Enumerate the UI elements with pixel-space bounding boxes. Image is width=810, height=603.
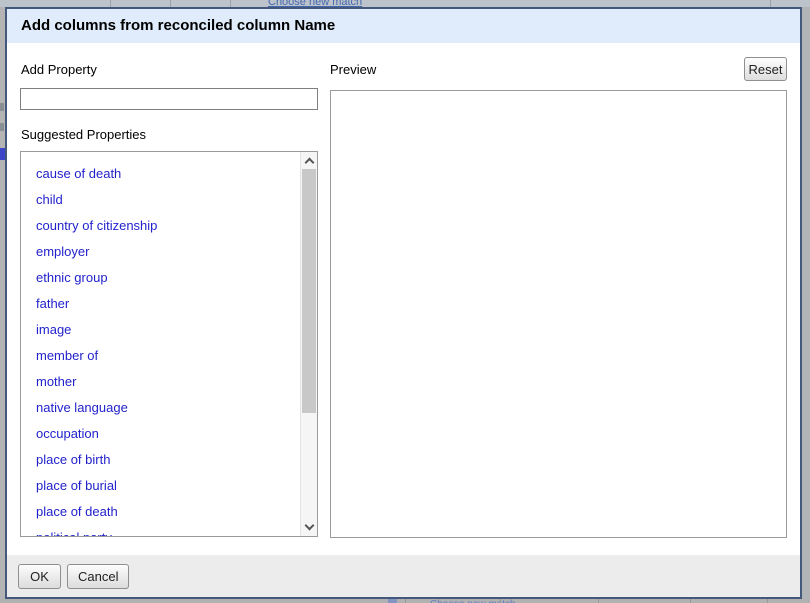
- background-column-divider: [767, 599, 768, 603]
- suggested-properties-label: Suggested Properties: [21, 127, 146, 142]
- suggested-property-link[interactable]: native language: [21, 395, 317, 421]
- dialog-footer: OK Cancel: [7, 555, 800, 597]
- suggested-property-link[interactable]: country of citizenship: [21, 213, 317, 239]
- preview-label: Preview: [330, 62, 376, 77]
- dialog-title: Add columns from reconciled column Name: [7, 9, 800, 43]
- ok-button[interactable]: OK: [18, 564, 61, 589]
- dialog-body: Add Property Suggested Properties cause …: [7, 43, 800, 555]
- background-text-fragment: [0, 103, 4, 111]
- background-column-accent: [388, 599, 397, 603]
- cancel-button[interactable]: Cancel: [67, 564, 129, 589]
- chevron-up-icon: [304, 158, 314, 168]
- suggested-property-link[interactable]: mother: [21, 369, 317, 395]
- add-columns-dialog: Add columns from reconciled column Name …: [5, 7, 802, 599]
- suggested-property-link[interactable]: ethnic group: [21, 265, 317, 291]
- background-table-top: Choose new match: [0, 0, 810, 7]
- reset-button[interactable]: Reset: [744, 57, 787, 81]
- background-column-divider: [500, 599, 501, 603]
- background-column-divider: [770, 0, 771, 7]
- suggested-property-link[interactable]: place of burial: [21, 473, 317, 499]
- scrollbar-thumb[interactable]: [302, 169, 316, 413]
- background-column-divider: [110, 0, 111, 7]
- add-property-input[interactable]: [20, 88, 318, 110]
- background-table-bottom: Choose new match: [0, 599, 810, 603]
- background-choose-new-match-link: Choose new match: [268, 0, 362, 7]
- background-column-divider: [598, 599, 599, 603]
- suggested-property-link[interactable]: cause of death: [21, 161, 317, 187]
- suggested-properties-items: cause of deathchildcountry of citizenshi…: [21, 152, 317, 537]
- background-column-divider: [405, 599, 406, 603]
- suggested-property-link[interactable]: image: [21, 317, 317, 343]
- suggested-property-link[interactable]: political party: [21, 525, 317, 537]
- suggested-properties-list: cause of deathchildcountry of citizenshi…: [20, 151, 318, 537]
- suggested-property-link[interactable]: child: [21, 187, 317, 213]
- suggested-property-link[interactable]: father: [21, 291, 317, 317]
- background-column-divider: [230, 0, 231, 7]
- suggested-property-link[interactable]: occupation: [21, 421, 317, 447]
- suggested-property-link[interactable]: place of death: [21, 499, 317, 525]
- list-scrollbar[interactable]: [300, 152, 317, 536]
- suggested-property-link[interactable]: place of birth: [21, 447, 317, 473]
- background-column-divider: [690, 599, 691, 603]
- background-table-right: [802, 7, 810, 599]
- background-column-divider: [170, 0, 171, 7]
- scroll-up-button[interactable]: [301, 152, 317, 169]
- scroll-down-button[interactable]: [301, 519, 317, 536]
- preview-pane: [330, 90, 787, 538]
- chevron-down-icon: [304, 521, 314, 531]
- add-property-label: Add Property: [21, 62, 97, 77]
- background-text-fragment: [0, 123, 4, 131]
- suggested-property-link[interactable]: employer: [21, 239, 317, 265]
- suggested-property-link[interactable]: member of: [21, 343, 317, 369]
- background-link-fragment: Choose new match: [430, 599, 516, 603]
